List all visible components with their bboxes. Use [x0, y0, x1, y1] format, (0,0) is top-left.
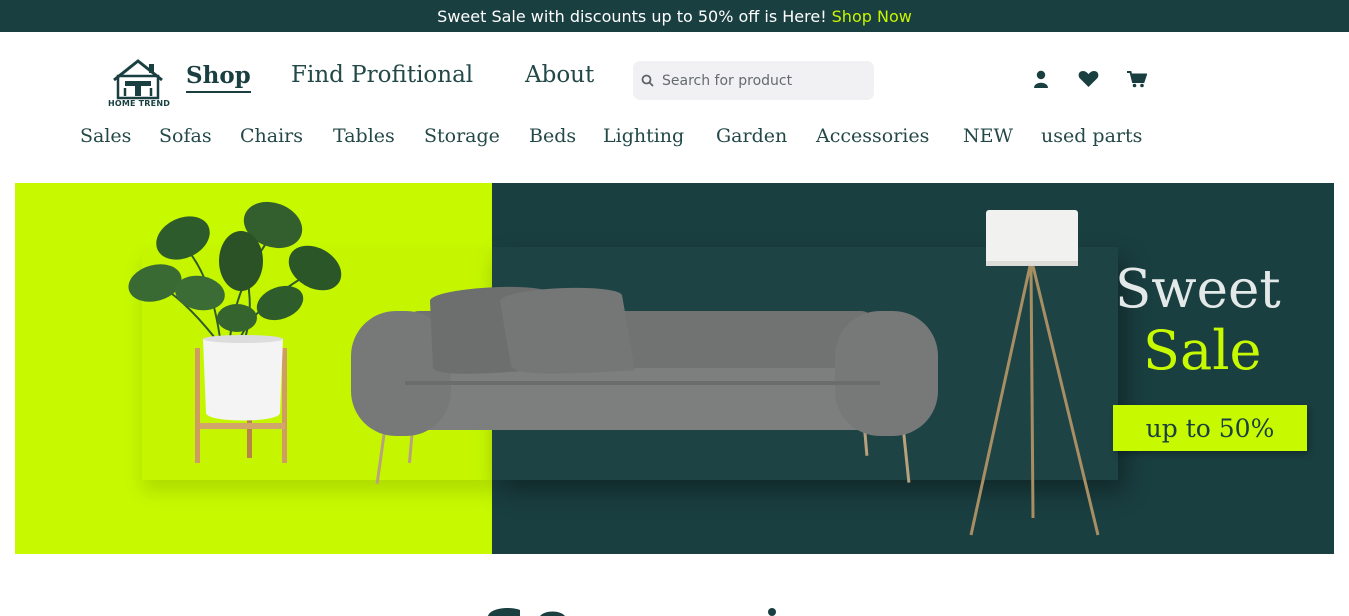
announcement-bar: Sweet Sale with discounts up to 50% off …	[0, 0, 1349, 32]
category-sales[interactable]: Sales	[80, 125, 131, 147]
category-lighting[interactable]: Lighting	[603, 125, 684, 147]
heart-icon[interactable]	[1077, 68, 1099, 90]
discount-badge: up to 50%	[1113, 405, 1307, 451]
house-logo-icon	[113, 59, 163, 100]
hero-illustration	[128, 201, 1100, 536]
hero-banner[interactable]: Sweet Sale up to 50%	[15, 183, 1334, 554]
search-input[interactable]	[662, 72, 862, 89]
sofa-image	[351, 286, 938, 484]
shop-now-link[interactable]: Shop Now	[832, 7, 912, 26]
nav-shop[interactable]: Shop	[186, 62, 251, 93]
hero-title-line2: Sale	[1143, 319, 1262, 382]
home-trend-logo[interactable]: HOME TREND	[98, 58, 180, 108]
category-storage[interactable]: Storage	[424, 125, 500, 147]
category-sofas[interactable]: Sofas	[159, 125, 212, 147]
category-chairs[interactable]: Chairs	[240, 125, 303, 147]
category-new[interactable]: NEW	[963, 125, 1013, 147]
nav-about[interactable]: About	[525, 62, 594, 88]
category-beds[interactable]: Beds	[529, 125, 576, 147]
category-tables[interactable]: Tables	[333, 125, 395, 147]
hero-title-line1: Sweet	[1115, 259, 1281, 320]
user-icon[interactable]	[1030, 68, 1052, 90]
nav-find-profitional[interactable]: Find Profitional	[291, 62, 473, 88]
announcement-text: Sweet Sale with discounts up to 50% off …	[437, 6, 827, 26]
section-heading-glyphs	[488, 608, 776, 616]
category-garden[interactable]: Garden	[716, 125, 787, 147]
search-box	[633, 61, 874, 100]
category-used-parts[interactable]: used parts	[1041, 125, 1142, 147]
section-heading-partial	[480, 598, 880, 616]
floor-lamp-image	[969, 210, 1100, 536]
category-accessories[interactable]: Accessories	[816, 125, 929, 147]
search-icon[interactable]	[640, 74, 654, 88]
logo-text: HOME TREND	[107, 99, 171, 108]
cart-icon[interactable]	[1126, 68, 1148, 90]
potted-plant-image	[128, 201, 342, 463]
